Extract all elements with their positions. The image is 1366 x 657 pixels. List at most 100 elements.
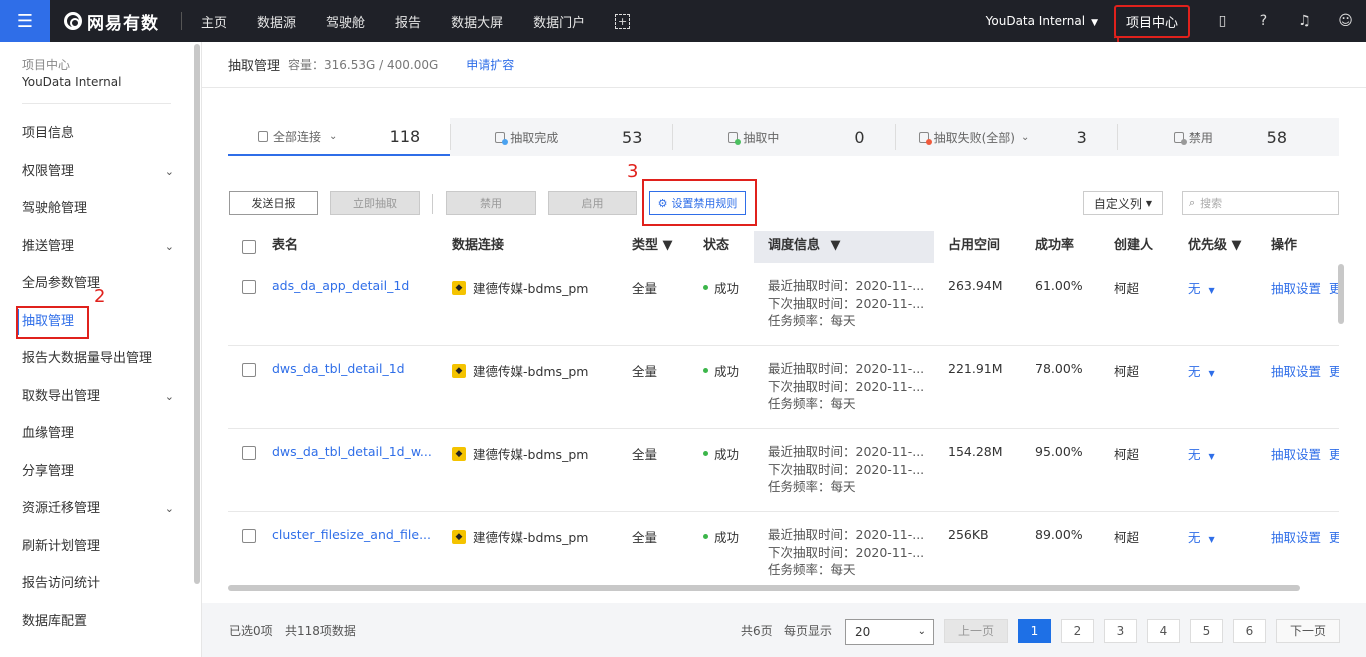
sidebar-item[interactable]: 取数导出管理 ⌄ xyxy=(0,378,201,416)
row-checkbox[interactable] xyxy=(242,280,256,294)
stat-extract-failed[interactable]: 抽取失败(全部) ⌄ 3 xyxy=(894,118,1117,156)
sidebar-item[interactable]: 权限管理 ⌄ xyxy=(0,153,201,191)
project-center-button[interactable]: 项目中心 xyxy=(1113,4,1190,38)
filter-icon[interactable]: ▼ xyxy=(1232,238,1242,253)
sidebar-item[interactable]: 推送管理 ⌄ xyxy=(0,228,201,266)
priority-dropdown[interactable]: 无 ▼ xyxy=(1188,527,1215,546)
running-icon xyxy=(728,131,742,145)
sidebar-item[interactable]: 项目信息 xyxy=(0,115,201,153)
help-icon[interactable]: ? xyxy=(1243,13,1284,29)
send-daily-report-button[interactable]: 发送日报 xyxy=(229,191,318,215)
stat-label: 全部连接 xyxy=(273,129,322,144)
priority-dropdown[interactable]: 无 ▼ xyxy=(1188,278,1215,297)
user-icon[interactable]: ☺ xyxy=(1325,13,1366,29)
table-row[interactable]: cluster_filesize_and_file... ◆ 建德传媒-bdms_p… xyxy=(228,512,1339,581)
vertical-scrollbar[interactable] xyxy=(1338,264,1344,324)
sidebar-item-label: 全局参数管理 xyxy=(22,276,101,291)
stat-extracting[interactable]: 抽取中 0 xyxy=(672,118,894,156)
total-count: 共118项数据 xyxy=(285,624,356,638)
connection-cell: ◆ 建德传媒-bdms_pm xyxy=(452,361,588,380)
stat-extract-done[interactable]: 抽取完成 53 xyxy=(450,118,672,156)
page-number-button[interactable]: 1 xyxy=(1018,619,1051,643)
sidebar-scrollbar[interactable] xyxy=(194,44,200,584)
table-row[interactable]: ads_da_app_detail_1d ◆ 建德传媒-bdms_pm 全量 成功 最近抽… xyxy=(228,263,1339,346)
search-input[interactable]: ⌕ 搜索 xyxy=(1182,191,1339,215)
stat-count: 58 xyxy=(1266,127,1288,147)
status-text: 成功 xyxy=(714,530,740,545)
extract-settings-link[interactable]: 抽取设置 xyxy=(1271,281,1321,296)
chevron-down-icon: ⌄ xyxy=(1020,131,1030,143)
highlight-box xyxy=(642,179,757,226)
nav-bigscreen[interactable]: 数据大屏 xyxy=(451,12,503,31)
page-title: 抽取管理 xyxy=(228,59,281,74)
table-row[interactable]: dws_da_tbl_detail_1d ◆ 建德传媒-bdms_pm 全量 成功 最近抽… xyxy=(228,346,1339,429)
sidebar-item[interactable]: 资源迁移管理 ⌄ xyxy=(0,490,201,528)
table-name-link[interactable]: cluster_filesize_and_file... xyxy=(272,527,431,542)
bell-icon[interactable]: ♫ xyxy=(1284,13,1325,29)
sidebar-item[interactable]: 报告访问统计 xyxy=(0,565,201,603)
nav-home[interactable]: 主页 xyxy=(201,12,227,31)
select-all-checkbox[interactable] xyxy=(242,240,256,254)
nav-datasource[interactable]: 数据源 xyxy=(257,12,296,31)
sidebar-item[interactable]: 分享管理 xyxy=(0,453,201,491)
sidebar-item[interactable]: 数据库配置 xyxy=(0,603,201,641)
creator-cell: 柯超 xyxy=(1114,530,1140,545)
col-schedule[interactable]: 调度信息 ▼ xyxy=(754,231,934,263)
toolbar-divider xyxy=(432,194,433,214)
org-selector[interactable]: YouData Internal ▼ xyxy=(986,14,1098,28)
page-number-button[interactable]: 3 xyxy=(1104,619,1137,643)
nav-cockpit[interactable]: 驾驶舱 xyxy=(326,12,365,31)
table-name-link[interactable]: ads_da_app_detail_1d xyxy=(272,278,409,293)
hamburger-menu-icon[interactable]: ☰ xyxy=(0,0,50,42)
more-link[interactable]: 更 xyxy=(1329,364,1339,379)
nav-portal[interactable]: 数据门户 xyxy=(533,12,585,31)
prev-page-button[interactable]: 上一页 xyxy=(944,619,1008,643)
custom-columns-label: 自定义列 xyxy=(1093,196,1142,211)
page-number-button[interactable]: 4 xyxy=(1147,619,1180,643)
table-name-link[interactable]: dws_da_tbl_detail_1d xyxy=(272,361,405,376)
success-icon xyxy=(495,131,509,145)
table-row[interactable]: dws_da_tbl_detail_1d_w... ◆ 建德传媒-bdms_pm 全量… xyxy=(228,429,1339,512)
priority-dropdown[interactable]: 无 ▼ xyxy=(1188,444,1215,463)
enable-button[interactable]: 启用 xyxy=(548,191,637,215)
priority-dropdown[interactable]: 无 ▼ xyxy=(1188,361,1215,380)
sidebar-item[interactable]: 血缘管理 xyxy=(0,415,201,453)
filter-icon[interactable]: ▼ xyxy=(831,238,841,253)
stat-disabled[interactable]: 禁用 58 xyxy=(1116,118,1339,156)
extract-settings-link[interactable]: 抽取设置 xyxy=(1271,447,1321,462)
status-dot xyxy=(703,534,708,539)
table-name-link[interactable]: dws_da_tbl_detail_1d_w... xyxy=(272,444,432,459)
book-icon[interactable]: ▯ xyxy=(1202,13,1243,29)
expand-capacity-link[interactable]: 申请扩容 xyxy=(466,56,514,73)
brand-logo[interactable]: 网易有数 xyxy=(64,9,159,34)
sidebar-item-label: 报告访问统计 xyxy=(22,576,101,591)
next-page-button[interactable]: 下一页 xyxy=(1276,619,1340,643)
per-page-select[interactable]: 20 ⌄ xyxy=(845,619,934,645)
priority-value: 无 xyxy=(1188,281,1201,296)
extract-settings-link[interactable]: 抽取设置 xyxy=(1271,364,1321,379)
row-checkbox[interactable] xyxy=(242,529,256,543)
page-number-button[interactable]: 6 xyxy=(1233,619,1266,643)
top-navbar: ☰ 网易有数 主页 数据源 驾驶舱 报告 数据大屏 数据门户 + YouData… xyxy=(0,0,1366,42)
more-link[interactable]: 更 xyxy=(1329,530,1339,545)
hive-icon: ◆ xyxy=(452,529,466,544)
custom-columns-dropdown[interactable]: 自定义列 ▼ xyxy=(1083,191,1163,215)
sidebar-item[interactable]: 驾驶舱管理 xyxy=(0,190,201,228)
page-number-button[interactable]: 2 xyxy=(1061,619,1094,643)
add-icon[interactable]: + xyxy=(615,13,631,29)
page-number-button[interactable]: 5 xyxy=(1190,619,1223,643)
col-type[interactable]: 类型 ▼ xyxy=(632,231,673,263)
nav-report[interactable]: 报告 xyxy=(395,12,421,31)
sidebar-item[interactable]: 报告大数据量导出管理 xyxy=(0,340,201,378)
extract-settings-link[interactable]: 抽取设置 xyxy=(1271,530,1321,545)
row-checkbox[interactable] xyxy=(242,446,256,460)
stat-all-connections[interactable]: 全部连接 ⌄ 118 xyxy=(228,118,451,156)
filter-icon[interactable]: ▼ xyxy=(663,238,673,253)
row-checkbox[interactable] xyxy=(242,363,256,377)
more-link[interactable]: 更 xyxy=(1329,447,1339,462)
sidebar-item[interactable]: 刷新计划管理 xyxy=(0,528,201,566)
extract-now-button[interactable]: 立即抽取 xyxy=(330,191,420,215)
disable-button[interactable]: 禁用 xyxy=(446,191,536,215)
col-priority[interactable]: 优先级 ▼ xyxy=(1188,231,1242,263)
horizontal-scrollbar[interactable] xyxy=(228,585,1300,591)
